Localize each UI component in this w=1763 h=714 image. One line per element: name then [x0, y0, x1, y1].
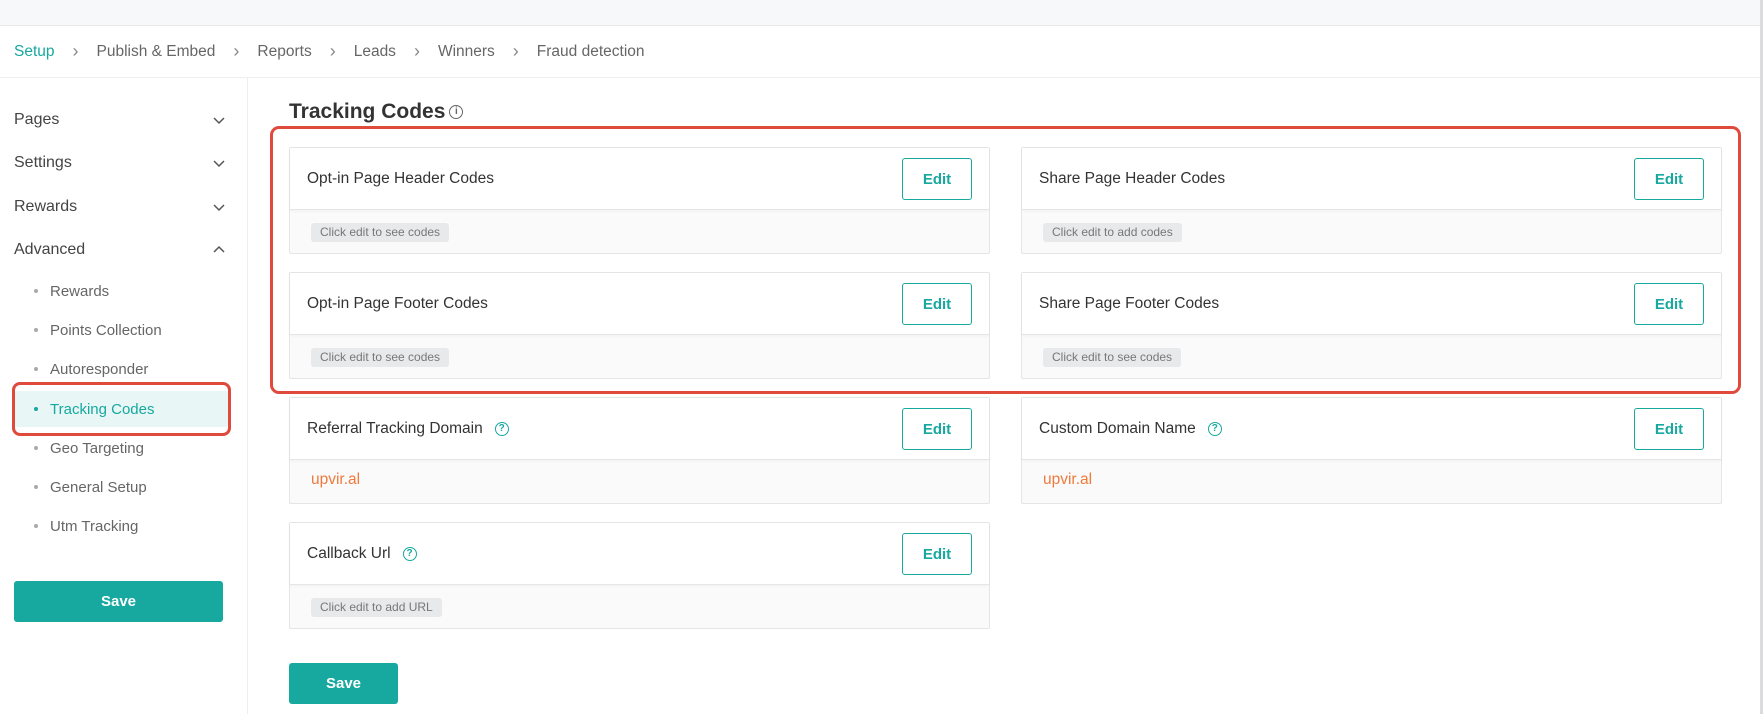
question-circle-icon[interactable]: ? — [402, 546, 417, 561]
chevron-right-icon: › — [72, 40, 79, 61]
sidebar-item-label: Tracking Codes — [50, 400, 155, 418]
sidebar-section-label: Advanced — [14, 241, 86, 258]
sidebar-section-label: Rewards — [14, 198, 78, 215]
sidebar-item-label: Points Collection — [50, 321, 162, 339]
card-custom-domain-name: Custom Domain Name ? Edit upvir.al — [1021, 397, 1722, 504]
sidebar-item-general-setup[interactable]: General Setup — [14, 469, 228, 505]
card-title: Opt-in Page Footer Codes — [307, 294, 488, 312]
bullet-icon — [34, 524, 38, 528]
card-optin-footer-codes: Opt-in Page Footer Codes Edit Click edit… — [289, 272, 990, 379]
card-header: Opt-in Page Footer Codes — [290, 273, 989, 335]
status-chip: Click edit to add URL — [311, 598, 442, 617]
card-title: Callback Url — [307, 544, 391, 562]
bullet-icon — [34, 485, 38, 489]
card-header: Share Page Footer Codes — [1022, 273, 1721, 335]
sidebar-save-button[interactable]: Save — [14, 581, 223, 622]
chevron-right-icon: › — [413, 40, 420, 61]
status-chip: Click edit to see codes — [311, 223, 450, 242]
edit-button[interactable]: Edit — [902, 283, 972, 325]
breadcrumb-publish-embed[interactable]: Publish & Embed — [97, 43, 216, 61]
sidebar-item-rewards[interactable]: Rewards — [14, 273, 228, 309]
edit-button[interactable]: Edit — [1634, 158, 1704, 200]
card-header: Referral Tracking Domain ? — [290, 398, 989, 460]
card-optin-header-codes: Opt-in Page Header Codes Edit Click edit… — [289, 147, 990, 254]
sidebar-section-label: Settings — [14, 154, 72, 171]
save-button[interactable]: Save — [289, 663, 398, 704]
sidebar-section-label: Pages — [14, 111, 60, 128]
edit-button[interactable]: Edit — [902, 158, 972, 200]
question-circle-icon[interactable]: ? — [494, 421, 509, 436]
bullet-icon — [34, 407, 38, 411]
edit-button[interactable]: Edit — [1634, 408, 1704, 450]
chevron-down-icon — [213, 204, 225, 212]
sidebar-item-autoresponder[interactable]: Autoresponder — [14, 351, 228, 387]
card-share-footer-codes: Share Page Footer Codes Edit Click edit … — [1021, 272, 1722, 379]
top-strip — [0, 0, 1763, 26]
sidebar-item-label: General Setup — [50, 478, 147, 496]
bullet-icon — [34, 367, 38, 371]
domain-value: upvir.al — [311, 471, 361, 488]
card-title: Opt-in Page Header Codes — [307, 169, 494, 187]
chevron-right-icon: › — [233, 40, 240, 61]
breadcrumb-winners[interactable]: Winners — [438, 43, 495, 61]
sidebar-item-label: Autoresponder — [50, 360, 149, 378]
status-chip: Click edit to see codes — [311, 348, 450, 367]
breadcrumb-setup[interactable]: Setup — [14, 43, 55, 61]
card-callback-url: Callback Url ? Edit Click edit to add UR… — [289, 522, 990, 629]
edit-button[interactable]: Edit — [1634, 283, 1704, 325]
sidebar-item-utm-tracking[interactable]: Utm Tracking — [14, 508, 228, 544]
chevron-right-icon: › — [512, 40, 519, 61]
page-title-text: Tracking Codes — [289, 100, 446, 123]
breadcrumb-leads[interactable]: Leads — [354, 43, 396, 61]
status-chip: Click edit to see codes — [1043, 348, 1182, 367]
chevron-down-icon — [213, 160, 225, 168]
sidebar-section-settings[interactable]: Settings — [14, 151, 226, 175]
card-header: Share Page Header Codes — [1022, 148, 1721, 210]
bullet-icon — [34, 328, 38, 332]
sidebar-section-advanced[interactable]: Advanced — [14, 238, 226, 262]
card-title: Custom Domain Name — [1039, 419, 1196, 437]
chevron-right-icon: › — [329, 40, 336, 61]
sidebar-item-geo-targeting[interactable]: Geo Targeting — [14, 430, 228, 466]
card-title: Referral Tracking Domain — [307, 419, 483, 437]
card-share-header-codes: Share Page Header Codes Edit Click edit … — [1021, 147, 1722, 254]
card-header: Opt-in Page Header Codes — [290, 148, 989, 210]
bullet-icon — [34, 289, 38, 293]
breadcrumb: Setup › Publish & Embed › Reports › Lead… — [0, 26, 1763, 78]
breadcrumb-fraud-detection[interactable]: Fraud detection — [537, 43, 645, 61]
sidebar-item-label: Utm Tracking — [50, 517, 139, 535]
edit-button[interactable]: Edit — [902, 533, 972, 575]
chevron-down-icon — [213, 117, 225, 125]
card-header: Custom Domain Name ? — [1022, 398, 1721, 460]
question-circle-icon[interactable]: ? — [1207, 421, 1222, 436]
bullet-icon — [34, 446, 38, 450]
card-referral-tracking-domain: Referral Tracking Domain ? Edit upvir.al — [289, 397, 990, 504]
sidebar-item-points-collection[interactable]: Points Collection — [14, 312, 228, 348]
domain-value: upvir.al — [1043, 471, 1093, 488]
card-title: Share Page Header Codes — [1039, 169, 1226, 187]
page-title: Tracking Codes i — [289, 100, 464, 124]
sidebar-section-rewards[interactable]: Rewards — [14, 195, 226, 219]
edit-button[interactable]: Edit — [902, 408, 972, 450]
sidebar-item-tracking-codes[interactable]: Tracking Codes — [14, 391, 228, 427]
status-chip: Click edit to add codes — [1043, 223, 1182, 242]
sidebar-item-label: Rewards — [50, 282, 110, 300]
sidebar-section-pages[interactable]: Pages — [14, 108, 226, 132]
card-header: Callback Url ? — [290, 523, 989, 585]
sidebar-item-label: Geo Targeting — [50, 439, 144, 457]
info-icon[interactable]: i — [449, 105, 464, 119]
breadcrumb-reports[interactable]: Reports — [257, 43, 311, 61]
chevron-up-icon — [213, 245, 225, 253]
card-title: Share Page Footer Codes — [1039, 294, 1220, 312]
